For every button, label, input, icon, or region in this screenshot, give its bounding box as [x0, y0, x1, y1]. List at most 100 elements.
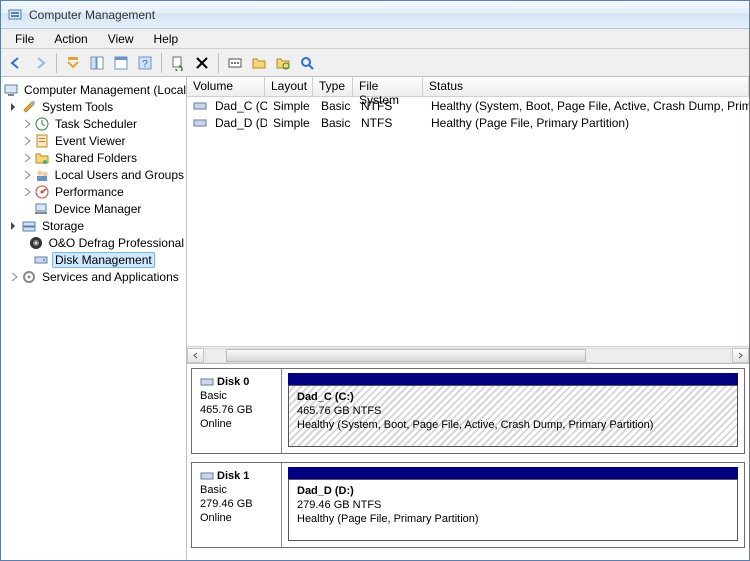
tree-label: Event Viewer	[53, 134, 127, 148]
partition-name: Dad_C (C:)	[297, 390, 729, 404]
toolbar-separator	[218, 53, 219, 73]
horizontal-scrollbar[interactable]	[187, 346, 749, 363]
toolbar: ?	[1, 49, 749, 77]
expand-icon[interactable]	[22, 169, 33, 180]
search-button[interactable]	[296, 52, 318, 74]
volume-icon	[193, 117, 207, 129]
computer-icon	[3, 82, 19, 98]
disk-1[interactable]: Disk 1 Basic 279.46 GB Online Dad_D (D:)…	[191, 462, 745, 548]
expand-icon[interactable]	[22, 118, 33, 129]
toolbar-separator	[161, 53, 162, 73]
tree-label: Device Manager	[52, 202, 143, 216]
storage-icon	[21, 218, 37, 234]
tree-local-users[interactable]: Local Users and Groups	[1, 166, 186, 183]
toolbar-separator	[56, 53, 57, 73]
col-status[interactable]: Status	[423, 77, 749, 96]
defrag-icon	[28, 235, 44, 251]
scroll-left-arrow[interactable]	[187, 348, 204, 363]
disk-type: Basic	[200, 483, 273, 497]
disk-name-text: Disk 0	[217, 375, 249, 389]
menu-action[interactable]: Action	[46, 30, 95, 48]
volume-status: Healthy (Page File, Primary Partition)	[425, 116, 749, 130]
disk-state: Online	[200, 511, 273, 525]
show-hide-tree-button[interactable]	[86, 52, 108, 74]
col-type[interactable]: Type	[313, 77, 353, 96]
tree-label: Storage	[40, 219, 86, 233]
clock-icon	[34, 116, 50, 132]
volume-fs: NTFS	[355, 99, 425, 113]
tree-label: System Tools	[40, 100, 115, 114]
refresh-button[interactable]	[167, 52, 189, 74]
expand-icon[interactable]	[22, 152, 33, 163]
disk-icon	[200, 376, 214, 388]
tree-event-viewer[interactable]: Event Viewer	[1, 132, 186, 149]
scroll-right-arrow[interactable]	[732, 348, 749, 363]
partition[interactable]: Dad_D (D:) 279.46 GB NTFS Healthy (Page …	[288, 479, 738, 541]
disk-icon	[200, 470, 214, 482]
volume-type: Basic	[315, 116, 355, 130]
disk-info: Disk 1 Basic 279.46 GB Online	[192, 463, 282, 547]
tree-services[interactable]: Services and Applications	[1, 268, 186, 285]
col-volume[interactable]: Volume	[187, 77, 265, 96]
disk-name: Disk 0	[200, 375, 273, 389]
col-filesystem[interactable]: File System	[353, 77, 423, 96]
disk-graph: Dad_D (D:) 279.46 GB NTFS Healthy (Page …	[282, 463, 744, 547]
menu-bar: File Action View Help	[1, 29, 749, 49]
open-button[interactable]	[248, 52, 270, 74]
collapse-icon[interactable]	[9, 220, 20, 231]
expand-icon[interactable]	[9, 271, 20, 282]
expand-icon[interactable]	[22, 135, 33, 146]
volume-row[interactable]: Dad_D (D:) Simple Basic NTFS Healthy (Pa…	[187, 114, 749, 131]
help-button[interactable]: ?	[134, 52, 156, 74]
window-title: Computer Management	[29, 8, 155, 22]
device-icon	[33, 201, 49, 217]
content-pane: Volume Layout Type File System Status Da…	[187, 77, 749, 560]
back-button[interactable]	[5, 52, 27, 74]
tree-defrag[interactable]: O&O Defrag Professional	[1, 234, 186, 251]
tree-performance[interactable]: Performance	[1, 183, 186, 200]
partition-status: Healthy (System, Boot, Page File, Active…	[297, 418, 729, 432]
nav-tree: Computer Management (Local) System Tools…	[1, 77, 187, 560]
disk-size: 279.46 GB	[200, 497, 273, 511]
volume-row[interactable]: Dad_C (C:) Simple Basic NTFS Healthy (Sy…	[187, 97, 749, 114]
tree-root[interactable]: Computer Management (Local)	[1, 81, 186, 98]
properties-button[interactable]	[110, 52, 132, 74]
disk-info: Disk 0 Basic 465.76 GB Online	[192, 369, 282, 453]
tree-device-manager[interactable]: Device Manager	[1, 200, 186, 217]
explore-button[interactable]	[272, 52, 294, 74]
tree-storage[interactable]: Storage	[1, 217, 186, 234]
scroll-thumb[interactable]	[226, 349, 586, 362]
disk-mgmt-icon	[33, 252, 49, 268]
disk-0[interactable]: Disk 0 Basic 465.76 GB Online Dad_C (C:)…	[191, 368, 745, 454]
disk-name-text: Disk 1	[217, 469, 249, 483]
menu-file[interactable]: File	[7, 30, 42, 48]
expand-icon[interactable]	[22, 186, 33, 197]
menu-help[interactable]: Help	[146, 30, 187, 48]
menu-view[interactable]: View	[100, 30, 142, 48]
scroll-track[interactable]	[205, 348, 731, 363]
disk-type: Basic	[200, 389, 273, 403]
volume-icon	[193, 100, 207, 112]
volume-name: Dad_D (D:)	[209, 116, 267, 130]
settings-button[interactable]	[224, 52, 246, 74]
disk-name: Disk 1	[200, 469, 273, 483]
partition-stripe	[288, 467, 738, 479]
col-layout[interactable]: Layout	[265, 77, 313, 96]
tree-task-scheduler[interactable]: Task Scheduler	[1, 115, 186, 132]
partition[interactable]: Dad_C (C:) 465.76 GB NTFS Healthy (Syste…	[288, 385, 738, 447]
volume-list-header: Volume Layout Type File System Status	[187, 77, 749, 97]
delete-button[interactable]	[191, 52, 213, 74]
partition-detail: 279.46 GB NTFS	[297, 498, 729, 512]
forward-button[interactable]	[29, 52, 51, 74]
volume-layout: Simple	[267, 99, 315, 113]
collapse-icon[interactable]	[9, 101, 20, 112]
volume-layout: Simple	[267, 116, 315, 130]
tree-disk-management[interactable]: Disk Management	[1, 251, 186, 268]
tree-label: Shared Folders	[53, 151, 139, 165]
partition-stripe	[288, 373, 738, 385]
tree-system-tools[interactable]: System Tools	[1, 98, 186, 115]
tree-shared-folders[interactable]: Shared Folders	[1, 149, 186, 166]
tree-label: Disk Management	[52, 252, 155, 268]
partition-detail: 465.76 GB NTFS	[297, 404, 729, 418]
up-button[interactable]	[62, 52, 84, 74]
